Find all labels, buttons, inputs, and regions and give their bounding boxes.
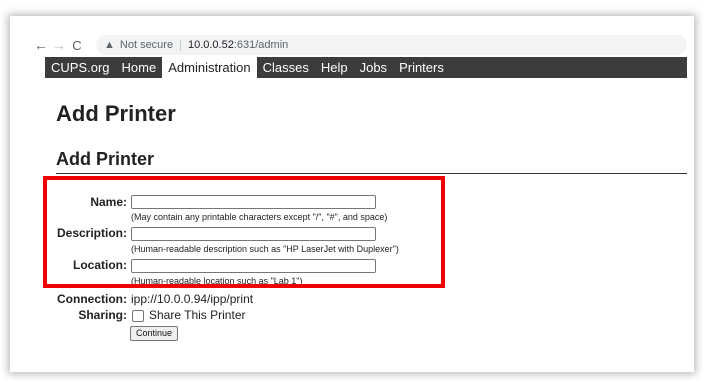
sharing-label: Sharing: [78,308,127,322]
menu-item-home[interactable]: Home [116,57,163,78]
forward-arrow-icon[interactable]: → [50,37,68,53]
address-bar: ← → C ▲ Not secure | 10.0.0.52:631/admin [32,34,687,56]
menu-item-printers[interactable]: Printers [393,57,450,78]
warning-icon[interactable]: ▲ [104,39,115,51]
page-title: Add Printer [56,101,176,126]
continue-button[interactable]: Continue [130,326,179,341]
security-label[interactable]: Not secure [120,39,173,51]
share-printer-checkbox[interactable] [132,310,144,322]
menu-item-administration[interactable]: Administration [162,57,257,78]
menu-item-jobs[interactable]: Jobs [354,57,393,78]
url-host[interactable]: 10.0.0.52 [188,39,234,51]
section-title: Add Printer [56,149,155,169]
url-path[interactable]: :631/admin [234,39,288,51]
cups-menubar: CUPS.org Home Administration Classes Hel… [45,57,687,78]
back-arrow-icon[interactable]: ← [32,37,50,53]
share-printer-label[interactable]: Share This Printer [149,308,246,322]
highlight-box [43,176,445,288]
menu-item-classes[interactable]: Classes [257,57,315,78]
section-divider [56,173,687,174]
url-separator: | [179,39,182,51]
connection-label: Connection: [57,292,127,306]
menu-item-help[interactable]: Help [315,57,354,78]
menu-item-cups-org[interactable]: CUPS.org [45,57,116,78]
connection-value: ipp://10.0.0.94/ipp/print [131,292,254,306]
url-bar[interactable]: ▲ Not secure | 10.0.0.52:631/admin [96,35,687,55]
reload-icon[interactable]: C [68,38,86,53]
